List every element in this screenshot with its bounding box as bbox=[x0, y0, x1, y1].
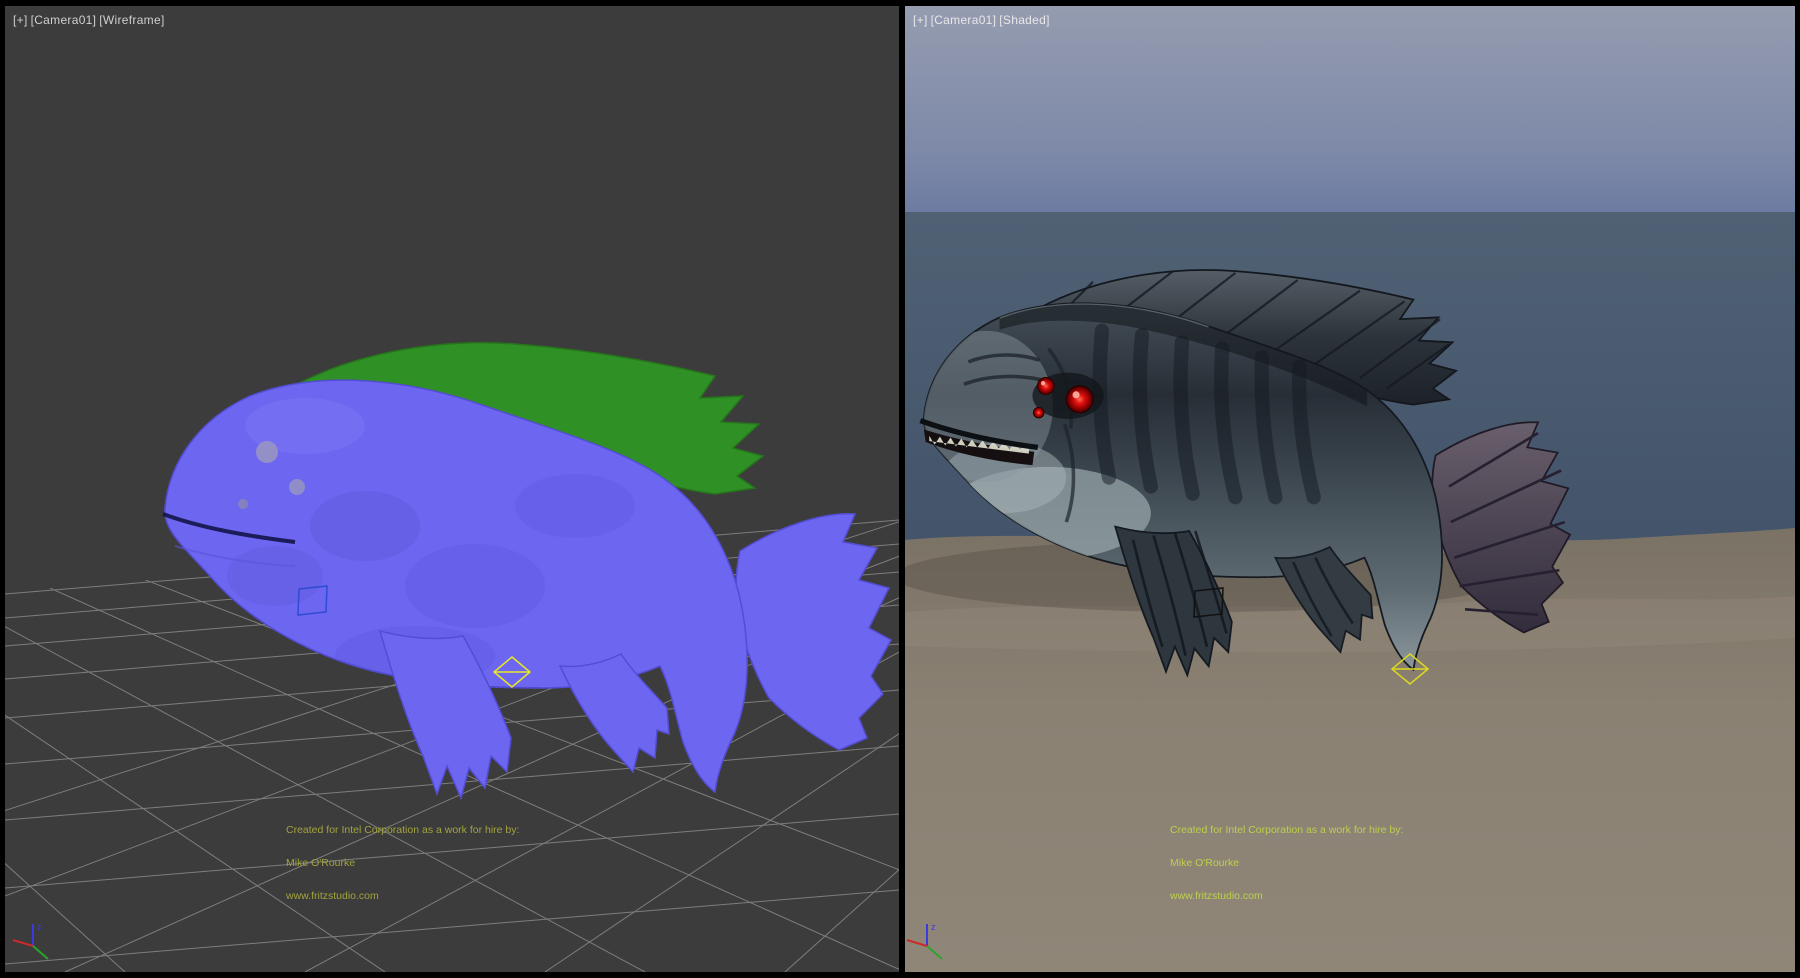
viewport-label-left: [+] [Camera01] [Wireframe] bbox=[13, 13, 165, 27]
credits-line-1: Created for Intel Corporation as a work … bbox=[1170, 825, 1403, 836]
credits-line-3: www.fritzstudio.com bbox=[1170, 891, 1403, 902]
fish-eye-spot bbox=[289, 479, 305, 495]
credits-line-3: www.fritzstudio.com bbox=[286, 891, 519, 902]
dual-viewport-window: [+] [Camera01] [Wireframe] bbox=[0, 0, 1800, 978]
gizmo-z-label: z bbox=[37, 922, 42, 932]
gizmo-z-label: z bbox=[931, 922, 936, 932]
fish-eye-spot bbox=[238, 499, 248, 509]
viewport-menu-shading[interactable]: [Shaded] bbox=[999, 13, 1049, 27]
credits-line-1: Created for Intel Corporation as a work … bbox=[286, 825, 519, 836]
viewport-label-right: [+] [Camera01] [Shaded] bbox=[913, 13, 1050, 27]
credits-line-2: Mike O'Rourke bbox=[1170, 858, 1403, 869]
scene-credits-text: Created for Intel Corporation as a work … bbox=[286, 803, 519, 924]
viewport-menu-pov[interactable]: [Camera01] bbox=[931, 13, 997, 27]
sky bbox=[905, 6, 1795, 218]
viewport-menu-general[interactable]: [+] bbox=[13, 13, 28, 27]
viewport-wireframe[interactable]: [+] [Camera01] [Wireframe] bbox=[5, 6, 899, 972]
viewport-menu-pov[interactable]: [Camera01] bbox=[31, 13, 97, 27]
scene-credits-text: Created for Intel Corporation as a work … bbox=[1170, 803, 1403, 924]
viewport-menu-shading[interactable]: [Wireframe] bbox=[99, 13, 164, 27]
credits-line-2: Mike O'Rourke bbox=[286, 858, 519, 869]
viewport-menu-general[interactable]: [+] bbox=[913, 13, 928, 27]
viewport-shaded[interactable]: [+] [Camera01] [Shaded] bbox=[905, 6, 1795, 972]
fish-eye-spot bbox=[256, 441, 278, 463]
fish-eyes bbox=[1032, 373, 1103, 419]
